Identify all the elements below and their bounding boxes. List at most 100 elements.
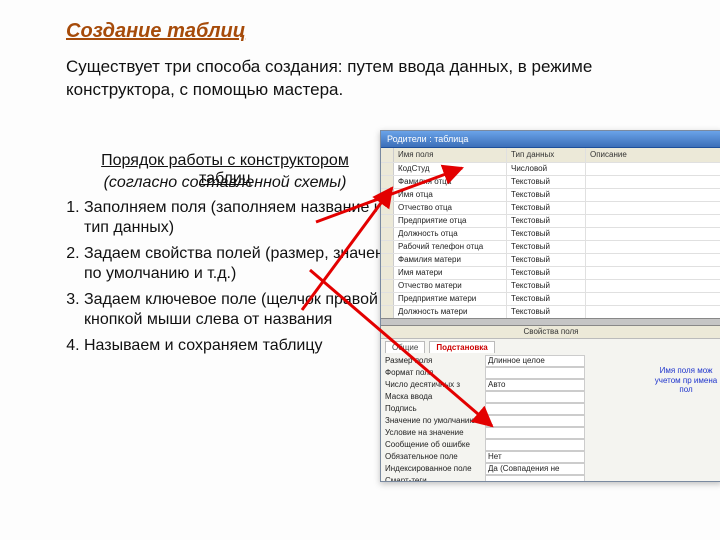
property-row: Формат поля (385, 367, 585, 379)
table-row[interactable]: КодСтудЧисловой (381, 163, 720, 176)
cell-field-type: Текстовый (507, 254, 586, 266)
property-value[interactable] (485, 367, 585, 379)
property-value[interactable]: Нет (485, 451, 585, 463)
cell-field-type: Текстовый (507, 293, 586, 305)
property-label: Обязательное поле (385, 451, 485, 463)
property-row: Смарт-теги (385, 475, 585, 482)
cell-field-desc (586, 306, 720, 318)
property-value[interactable] (485, 391, 585, 403)
property-label: Число десятичных з (385, 379, 485, 391)
cell-field-name: Отчество матери (394, 280, 507, 292)
cell-field-type: Текстовый (507, 189, 586, 201)
table-row[interactable]: Имя отцаТекстовый (381, 189, 720, 202)
property-value[interactable] (485, 415, 585, 427)
cell-field-desc (586, 267, 720, 279)
property-label: Формат поля (385, 367, 485, 379)
cell-field-name: Имя матери (394, 267, 507, 279)
properties-table: Размер поляДлинное целоеФормат поляЧисло… (385, 355, 585, 482)
property-row: Размер поляДлинное целое (385, 355, 585, 367)
properties-tabs: Общие Подстановка (381, 339, 720, 353)
cell-field-type: Текстовый (507, 202, 586, 214)
tab-lookup[interactable]: Подстановка (429, 341, 494, 353)
properties-pane: Свойства поля Общие Подстановка Размер п… (381, 326, 720, 482)
table-row[interactable]: Должность отцаТекстовый (381, 228, 720, 241)
access-designer-window: Родители : таблица Имя поля Тип данных О… (380, 130, 720, 482)
cell-field-name: Фамилия отца (394, 176, 507, 188)
cell-field-desc (586, 280, 720, 292)
cell-field-desc (586, 202, 720, 214)
property-label: Размер поля (385, 355, 485, 367)
table-row[interactable]: Имя материТекстовый (381, 267, 720, 280)
step-item: Задаем ключевое поле (щелчок правой кноп… (84, 290, 404, 330)
step-item: Задаем свойства полей (размер, значение … (84, 244, 404, 284)
property-value[interactable] (485, 403, 585, 415)
cell-field-desc (586, 228, 720, 240)
property-row: Индексированное полеДа (Совпадения не до… (385, 463, 585, 475)
property-label: Сообщение об ошибке (385, 439, 485, 451)
property-row: Число десятичных зАвто (385, 379, 585, 391)
intro-paragraph: Существует три способа создания: путем в… (66, 56, 660, 102)
properties-hint: Имя поля мож учетом пр имена пол (651, 366, 720, 395)
cell-field-type: Текстовый (507, 280, 586, 292)
cell-field-desc (586, 163, 720, 175)
property-label: Условие на значение (385, 427, 485, 439)
cell-field-desc (586, 189, 720, 201)
property-value[interactable]: Авто (485, 379, 585, 391)
property-row: Сообщение об ошибке (385, 439, 585, 451)
grid-header-desc: Описание (586, 148, 720, 162)
cell-field-name: Отчество отца (394, 202, 507, 214)
property-row: Значение по умолчанию (385, 415, 585, 427)
table-row[interactable]: Рабочий телефон отцаТекстовый (381, 241, 720, 254)
cell-field-name: Должность отца (394, 228, 507, 240)
cell-field-name: Фамилия матери (394, 254, 507, 266)
table-row[interactable]: Отчество отцаТекстовый (381, 202, 720, 215)
cell-field-desc (586, 254, 720, 266)
cell-field-type: Текстовый (507, 267, 586, 279)
properties-caption: Свойства поля (381, 326, 720, 339)
cell-field-type: Текстовый (507, 215, 586, 227)
cell-field-desc (586, 293, 720, 305)
steps-list: Заполняем поля (заполняем название и тип… (58, 198, 404, 362)
table-row[interactable]: Предприятие материТекстовый (381, 293, 720, 306)
property-value[interactable] (485, 475, 585, 482)
property-value[interactable]: Да (Совпадения не допускаются) (485, 463, 585, 475)
table-row[interactable]: Фамилия материТекстовый (381, 254, 720, 267)
grid-header-name: Имя поля (394, 148, 507, 162)
cell-field-name: Имя отца (394, 189, 507, 201)
table-row[interactable]: Фамилия отцаТекстовый (381, 176, 720, 189)
field-grid: Имя поля Тип данных Описание КодСтудЧисл… (381, 148, 720, 318)
cell-field-type: Текстовый (507, 228, 586, 240)
window-titlebar: Родители : таблица (381, 131, 720, 148)
cell-field-name: Предприятие матери (394, 293, 507, 305)
property-value[interactable] (485, 439, 585, 451)
grid-header-type: Тип данных (507, 148, 586, 162)
property-label: Маска ввода (385, 391, 485, 403)
table-row[interactable]: Предприятие отцаТекстовый (381, 215, 720, 228)
cell-field-name: Рабочий телефон отца (394, 241, 507, 253)
cell-field-name: Должность матери (394, 306, 507, 318)
property-row: Подпись (385, 403, 585, 415)
cell-field-name: КодСтуд (394, 163, 507, 175)
cell-field-desc (586, 176, 720, 188)
cell-field-type: Текстовый (507, 176, 586, 188)
property-value[interactable] (485, 427, 585, 439)
grid-header-row: Имя поля Тип данных Описание (381, 148, 720, 163)
property-label: Значение по умолчанию (385, 415, 485, 427)
table-row[interactable]: Должность материТекстовый (381, 306, 720, 318)
cell-field-type: Текстовый (507, 241, 586, 253)
property-row: Условие на значение (385, 427, 585, 439)
cell-field-type: Текстовый (507, 306, 586, 318)
cell-field-type: Числовой (507, 163, 586, 175)
property-label: Индексированное поле (385, 463, 485, 475)
property-value[interactable]: Длинное целое (485, 355, 585, 367)
property-label: Смарт-теги (385, 475, 485, 482)
splitter-bar (381, 318, 720, 326)
page-title: Создание таблиц (66, 20, 246, 43)
property-row: Обязательное полеНет (385, 451, 585, 463)
property-label: Подпись (385, 403, 485, 415)
property-row: Маска ввода (385, 391, 585, 403)
table-row[interactable]: Отчество материТекстовый (381, 280, 720, 293)
step-item: Называем и сохраняем таблицу (84, 336, 404, 356)
tab-general[interactable]: Общие (385, 341, 425, 353)
cell-field-desc (586, 241, 720, 253)
